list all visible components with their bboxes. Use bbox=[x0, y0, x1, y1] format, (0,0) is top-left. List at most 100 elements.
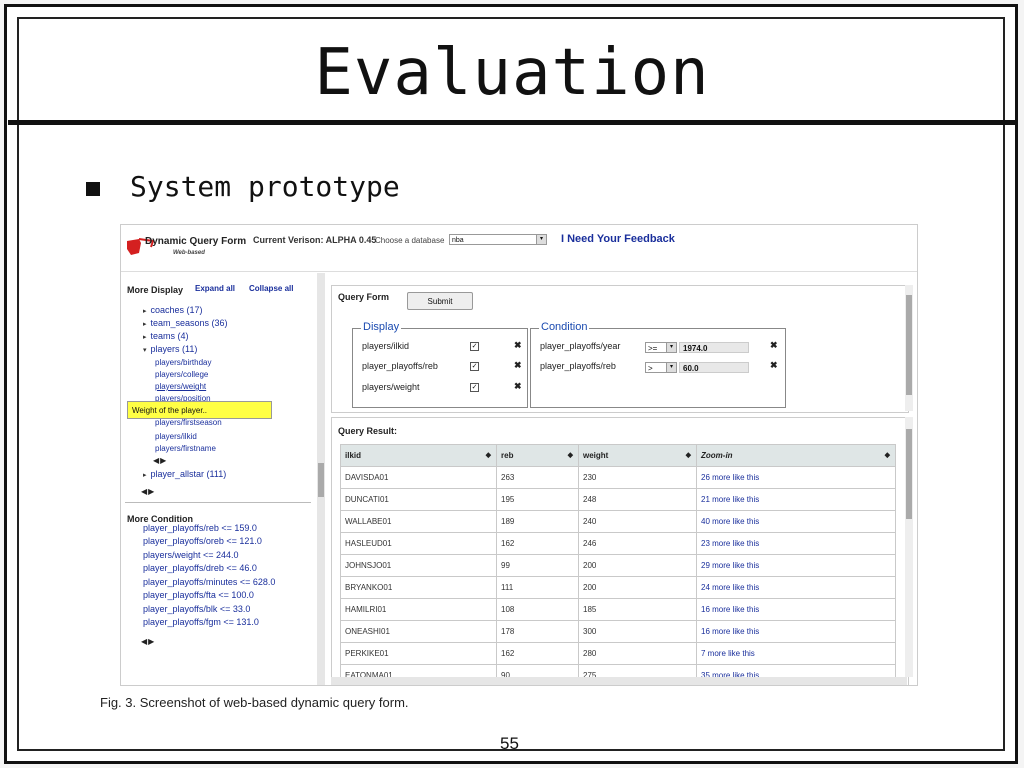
condition-field: player_playoffs/reb bbox=[540, 361, 616, 371]
version-label: Current Verison: ALPHA 0.45 bbox=[253, 235, 377, 245]
table-row[interactable]: BRYANKO01 111 200 24 more like this bbox=[340, 576, 896, 599]
table-cell: JOHNSJO01 bbox=[340, 554, 497, 577]
tree-item-team-seasons[interactable]: ▸ team_seasons (36) bbox=[143, 318, 228, 328]
condition-item[interactable]: player_playoffs/fgm <= 131.0 bbox=[143, 617, 259, 627]
zoom-in-link[interactable]: 24 more like this bbox=[696, 576, 896, 599]
remove-icon[interactable]: ✖ bbox=[514, 360, 522, 371]
page-number: 55 bbox=[500, 734, 519, 753]
zoom-in-link[interactable]: 16 more like this bbox=[696, 620, 896, 643]
feedback-link[interactable]: I Need Your Feedback bbox=[561, 233, 675, 245]
tree-item-players[interactable]: ▾ players (11) bbox=[143, 344, 197, 354]
table-cell: HASLEUD01 bbox=[340, 532, 497, 555]
remove-icon[interactable]: ✖ bbox=[770, 340, 778, 351]
condition-item[interactable]: player_playoffs/dreb <= 46.0 bbox=[143, 563, 257, 573]
table-row[interactable]: WALLABE01 189 240 40 more like this bbox=[340, 510, 896, 533]
column-header-ilkid[interactable]: ilkid ◆ bbox=[340, 444, 497, 467]
condition-item[interactable]: players/weight <= 244.0 bbox=[143, 550, 239, 560]
table-cell: 200 bbox=[578, 554, 697, 577]
result-table: ilkid ◆ reb ◆ weight ◆ Zoom-in ◆ DAVISDA01 26… bbox=[340, 444, 896, 685]
condition-legend: Condition bbox=[539, 321, 590, 333]
remove-icon[interactable]: ✖ bbox=[514, 340, 522, 351]
table-row[interactable]: DUNCATI01 195 248 21 more like this bbox=[340, 488, 896, 511]
zoom-in-link[interactable]: 29 more like this bbox=[696, 554, 896, 577]
table-row[interactable]: HAMILRI01 108 185 16 more like this bbox=[340, 598, 896, 621]
table-cell: 99 bbox=[496, 554, 579, 577]
more-display-heading: More Display bbox=[127, 285, 184, 295]
table-cell: DUNCATI01 bbox=[340, 488, 497, 511]
table-cell: 189 bbox=[496, 510, 579, 533]
display-checkbox[interactable]: ✓ bbox=[470, 383, 479, 392]
submit-button[interactable]: Submit bbox=[407, 292, 473, 310]
zoom-in-link[interactable]: 21 more like this bbox=[696, 488, 896, 511]
tooltip: Weight of the player.. bbox=[127, 401, 272, 419]
condition-value-input[interactable]: 60.0 bbox=[679, 362, 749, 373]
expand-triangle-icon: ▸ bbox=[143, 472, 147, 479]
display-checkbox[interactable]: ✓ bbox=[470, 342, 479, 351]
query-result-title: Query Result: bbox=[338, 426, 398, 436]
condition-item[interactable]: player_playoffs/reb <= 159.0 bbox=[143, 523, 257, 533]
expand-triangle-icon: ▸ bbox=[143, 308, 147, 315]
title-divider bbox=[8, 120, 1016, 125]
table-cell: HAMILRI01 bbox=[340, 598, 497, 621]
table-cell: 162 bbox=[496, 642, 579, 665]
zoom-in-link[interactable]: 7 more like this bbox=[696, 642, 896, 665]
condition-item[interactable]: player_playoffs/fta <= 100.0 bbox=[143, 590, 254, 600]
remove-icon[interactable]: ✖ bbox=[770, 360, 778, 371]
pager-arrows-icon[interactable]: ◀▶ bbox=[141, 637, 155, 646]
tree-subitem[interactable]: players/birthday bbox=[155, 358, 211, 367]
column-header-weight[interactable]: weight ◆ bbox=[578, 444, 697, 467]
table-cell: PERKIKE01 bbox=[340, 642, 497, 665]
tree-item-coaches[interactable]: ▸ coaches (17) bbox=[143, 305, 203, 315]
bullet-text: System prototype bbox=[130, 170, 400, 203]
app-header: Dynamic Query Form Web-based Current Ver… bbox=[121, 225, 917, 272]
display-field: player_playoffs/reb bbox=[362, 361, 438, 371]
column-header-reb[interactable]: reb ◆ bbox=[496, 444, 579, 467]
table-row[interactable]: DAVISDA01 263 230 26 more like this bbox=[340, 466, 896, 489]
column-header-zoom-in[interactable]: Zoom-in ◆ bbox=[696, 444, 896, 467]
table-cell: 263 bbox=[496, 466, 579, 489]
tree-subitem[interactable]: players/firstname bbox=[155, 444, 216, 453]
expand-all-link[interactable]: Expand all bbox=[195, 284, 235, 293]
table-cell: 195 bbox=[496, 488, 579, 511]
slide-title: Evaluation bbox=[314, 36, 710, 110]
query-form-panel: Query Form Submit Display players/ilkid … bbox=[331, 285, 909, 413]
zoom-in-link[interactable]: 40 more like this bbox=[696, 510, 896, 533]
remove-icon[interactable]: ✖ bbox=[514, 381, 522, 392]
sidebar-scrollbar[interactable] bbox=[317, 273, 325, 685]
horizontal-scrollbar[interactable] bbox=[331, 677, 907, 685]
table-cell: 230 bbox=[578, 466, 697, 489]
table-row[interactable]: ONEASHI01 178 300 16 more like this bbox=[340, 620, 896, 643]
chevron-down-icon: ▾ bbox=[666, 363, 676, 372]
condition-item[interactable]: player_playoffs/blk <= 33.0 bbox=[143, 604, 250, 614]
bullet-marker bbox=[86, 182, 100, 196]
table-row[interactable]: HASLEUD01 162 246 23 more like this bbox=[340, 532, 896, 555]
pager-arrows-icon[interactable]: ◀▶ bbox=[153, 456, 167, 465]
zoom-in-link[interactable]: 26 more like this bbox=[696, 466, 896, 489]
condition-item[interactable]: player_playoffs/oreb <= 121.0 bbox=[143, 536, 262, 546]
tree-subitem[interactable]: players/weight bbox=[155, 382, 206, 391]
table-row[interactable]: PERKIKE01 162 280 7 more like this bbox=[340, 642, 896, 665]
tree-item-teams[interactable]: ▸ teams (4) bbox=[143, 331, 189, 341]
sort-icon: ◆ bbox=[485, 452, 491, 459]
zoom-in-link[interactable]: 16 more like this bbox=[696, 598, 896, 621]
table-cell: DAVISDA01 bbox=[340, 466, 497, 489]
operator-select[interactable]: > ▾ bbox=[645, 362, 677, 373]
tree-item-player-allstar[interactable]: ▸ player_allstar (111) bbox=[143, 469, 226, 479]
database-select[interactable]: nba ▾ bbox=[449, 234, 547, 245]
divider bbox=[125, 502, 311, 503]
table-cell: 280 bbox=[578, 642, 697, 665]
condition-value-input[interactable]: 1974.0 bbox=[679, 342, 749, 353]
tree-subitem[interactable]: players/college bbox=[155, 370, 208, 379]
prototype-screenshot: Dynamic Query Form Web-based Current Ver… bbox=[120, 224, 918, 686]
collapse-all-link[interactable]: Collapse all bbox=[249, 284, 293, 293]
tree-subitem[interactable]: players/ilkid bbox=[155, 432, 197, 441]
table-row[interactable]: JOHNSJO01 99 200 29 more like this bbox=[340, 554, 896, 577]
zoom-in-link[interactable]: 23 more like this bbox=[696, 532, 896, 555]
condition-item[interactable]: player_playoffs/minutes <= 628.0 bbox=[143, 577, 275, 587]
query-result-scrollbar[interactable] bbox=[905, 417, 913, 677]
pager-arrows-icon[interactable]: ◀▶ bbox=[141, 487, 155, 496]
operator-select[interactable]: >= ▾ bbox=[645, 342, 677, 353]
display-checkbox[interactable]: ✓ bbox=[470, 362, 479, 371]
query-form-scrollbar[interactable] bbox=[905, 285, 913, 411]
sidebar: More Display Expand all Collapse all ▸ co… bbox=[121, 273, 318, 685]
